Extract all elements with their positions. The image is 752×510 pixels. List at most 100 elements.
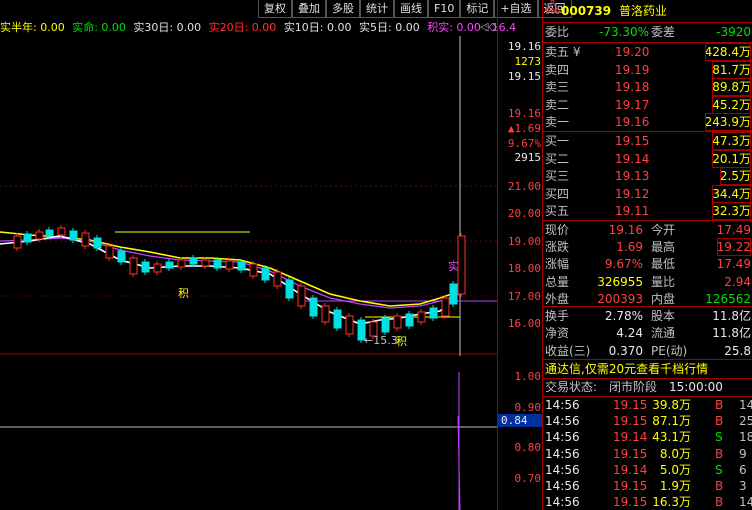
candle-body xyxy=(441,297,450,317)
fund-value: 0.370 xyxy=(608,343,643,358)
toolbar-button-f10[interactable]: F10 xyxy=(428,0,461,18)
candle-body xyxy=(105,245,114,259)
low-price-marker: ←15.3 xyxy=(364,334,398,347)
ask-level-3[interactable]: 卖三 19.18 89.8万 xyxy=(543,78,752,97)
bid-level-1[interactable]: 买一 19.15 47.3万 xyxy=(543,132,752,150)
candle-body xyxy=(285,279,294,299)
ask-level-1[interactable]: 卖一 19.16 243.9万 xyxy=(543,113,752,132)
ask-label: 卖三 xyxy=(545,80,570,95)
fund-label: 换手 xyxy=(545,309,570,323)
bid-level-4[interactable]: 买四 19.12 34.4万 xyxy=(543,184,752,203)
bid-volume: 20.1万 xyxy=(712,149,751,168)
axis-level-16: 16.00 xyxy=(507,317,541,330)
axis-level-20: 20.00 xyxy=(507,207,541,220)
marker-ji-1: 积 xyxy=(178,287,189,300)
tick-row: 14:56 19.15 8.0万 B 9 xyxy=(543,446,752,462)
price-axis: 19.16 1273 19.15 19.16 ▲1.69 9.67% 2915 … xyxy=(497,0,543,510)
ask-volume: 89.8万 xyxy=(712,78,751,97)
ask-label: 卖五 xyxy=(545,45,570,59)
ask-volume: 243.9万 xyxy=(704,113,751,132)
quote-panel: R 500 000739 普洛药业 委比 -73.30% 委差 -3920 卖五 ¥… xyxy=(542,0,752,510)
candle-body xyxy=(213,259,222,269)
candle-body xyxy=(13,235,22,249)
chevron-right-icon[interactable]: ◇ xyxy=(488,20,496,33)
candle-body xyxy=(35,231,44,240)
sub-axis-1: 1.00 xyxy=(514,370,542,383)
weicha-value: -3920 xyxy=(716,25,751,39)
candle-body xyxy=(23,233,32,243)
ask-level-5[interactable]: 卖五 ¥19.20 428.4万 xyxy=(543,43,752,61)
bid-price: 19.11 xyxy=(615,204,650,219)
tick-volume: 39.8万 xyxy=(652,398,691,412)
fund-label: 收益(三) xyxy=(545,343,591,358)
level2-notice[interactable]: 通达信,仅需20元查看千档行情 xyxy=(543,360,752,378)
market-badge: R 500 xyxy=(545,0,561,16)
fundamental-row: 净资 4.24 流通 11.8亿 xyxy=(543,324,752,342)
tick-row: 14:56 19.15 1.9万 B 3 xyxy=(543,478,752,494)
fund-label: 净资 xyxy=(545,326,570,341)
ma-20: 实20日: 0.00 xyxy=(208,21,277,34)
tick-side: B xyxy=(715,398,724,412)
bid-level-5[interactable]: 买五 19.11 32.3万 xyxy=(543,202,752,221)
fund-value: 4.24 xyxy=(616,326,643,341)
tick-price: 19.15 xyxy=(613,446,648,461)
tick-row: 14:56 19.15 16.3万 B 14 xyxy=(543,494,752,510)
ask-level-2[interactable]: 卖二 19.17 45.2万 xyxy=(543,95,752,114)
tick-count: 6 xyxy=(739,462,747,477)
toolbar-button-draw[interactable]: 画线 xyxy=(394,0,428,18)
marker-shi: 实 xyxy=(448,260,459,273)
quote-label: 涨跌 xyxy=(545,240,570,255)
candle-body xyxy=(393,315,402,329)
axis-vol: 2915 xyxy=(514,151,542,164)
candle-body xyxy=(225,260,234,270)
candle-body xyxy=(297,285,306,307)
tick-time: 14:56 xyxy=(545,398,580,412)
ask-level-4[interactable]: 卖四 19.19 81.7万 xyxy=(543,60,752,79)
bid-level-3[interactable]: 买三 19.13 2.5万 xyxy=(543,167,752,186)
bid-price: 19.14 xyxy=(615,151,650,166)
tick-count: 18 xyxy=(739,430,752,445)
tick-time: 14:56 xyxy=(545,479,580,493)
quote-label: 总量 xyxy=(545,274,570,289)
quote-value: 19.22 xyxy=(716,238,751,257)
quote-value: 17.49 xyxy=(716,223,751,237)
stock-code: 000739 xyxy=(561,4,612,18)
toolbar-button-overlay[interactable]: 叠加 xyxy=(292,0,326,18)
candle-body xyxy=(57,227,66,236)
toolbar-button-fuquan[interactable]: 复权 xyxy=(258,0,292,18)
quote-value: 2.94 xyxy=(724,274,751,289)
toolbar-button-stats[interactable]: 统计 xyxy=(360,0,394,18)
bid-volume: 2.5万 xyxy=(719,167,751,186)
bid-volume: 47.3万 xyxy=(712,132,751,150)
tick-time: 14:56 xyxy=(545,495,580,510)
candle-body xyxy=(417,311,426,323)
toolbar-button-mark[interactable]: 标记 xyxy=(460,0,495,18)
candle-body xyxy=(429,307,438,319)
candle-body xyxy=(449,283,458,305)
tick-row: 14:56 19.15 39.8万 B 14 xyxy=(543,397,752,413)
tick-time: 14:56 xyxy=(545,414,580,429)
ma-half-year: 实半年: 0.00 xyxy=(0,21,65,34)
candle-body xyxy=(93,237,102,249)
stock-header: R 500 000739 普洛药业 xyxy=(543,0,752,20)
kline-chart[interactable] xyxy=(0,36,497,510)
bid-level-2[interactable]: 买二 19.14 20.1万 xyxy=(543,149,752,168)
ma-30: 实30日: 0.00 xyxy=(133,21,202,34)
axis-level-21: 21.00 xyxy=(507,180,541,193)
trade-status-row: 交易状态: 闭市阶段 15:00:00 xyxy=(545,380,723,394)
quote-value: 326955 xyxy=(597,274,643,289)
ma-10: 实10日: 0.00 xyxy=(283,21,352,34)
tick-volume: 87.1万 xyxy=(652,414,691,429)
tick-row: 14:56 19.14 5.0万 S 6 xyxy=(543,462,752,478)
axis-level-19: 19.00 xyxy=(507,235,541,248)
ask-mark: ¥ xyxy=(573,45,581,59)
quote-label: 最高 xyxy=(651,240,676,255)
tick-price: 19.15 xyxy=(613,495,648,510)
nav-arrows[interactable]: ◁◇ xyxy=(480,20,497,33)
tick-time: 14:56 xyxy=(545,446,580,461)
axis-level-17: 17.00 xyxy=(507,290,541,303)
toolbar-button-multi[interactable]: 多股 xyxy=(326,0,360,18)
axis-top-price: 19.16 xyxy=(507,40,541,53)
tick-volume: 5.0万 xyxy=(659,462,691,477)
fund-label: 流通 xyxy=(651,326,676,341)
